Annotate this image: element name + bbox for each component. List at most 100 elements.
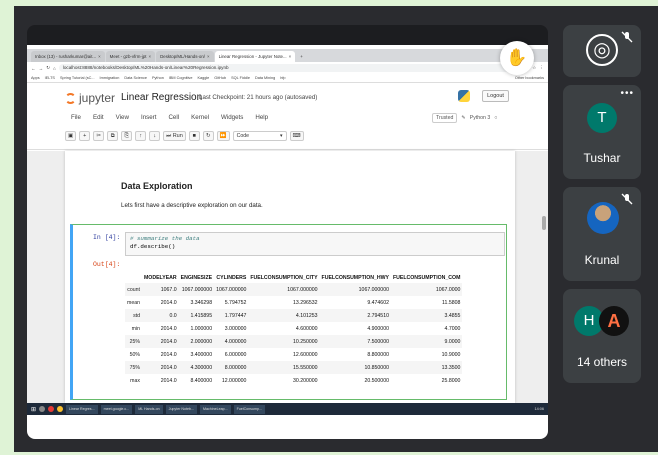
address-bar: ← → ↻ ⌂ localhost:8888/notebooks/Desktop… [27,62,548,74]
participant-name: Tushar [583,151,621,165]
table-cell: 0.0 [169,312,177,319]
restart-icon[interactable]: ↻ [202,131,214,141]
taskbar-item[interactable]: Linear Regres... [66,404,98,414]
row-index: 50% [129,351,140,358]
code-comment: # summarize the data [130,235,200,242]
kernel-status-icon: ○ [494,115,498,121]
stop-icon[interactable]: ■ [188,131,200,141]
keyboard-icon[interactable]: ⌨ [289,131,304,141]
raise-hand-icon[interactable]: ✋ [500,41,534,75]
taskbar-item[interactable]: MachineLeap... [200,404,231,414]
menu-kernel[interactable]: Kernel [191,114,209,121]
logout-button[interactable]: Logout [482,90,509,102]
run-button[interactable]: ⏭ Run [163,131,186,141]
jupyter-logo[interactable]: jupyter [65,91,115,105]
menu-icon[interactable]: ⋮ [539,65,544,71]
taskbar-item[interactable]: meet.google.c... [100,404,133,414]
table-cell: 7.500000 [367,338,389,345]
tab-meet[interactable]: Meet - gzb-vfrm-jpt × [105,51,156,62]
table-cell: 13.296532 [293,299,318,306]
search-icon[interactable] [39,406,46,412]
bookmark[interactable]: Apps [31,76,40,80]
menu-cell[interactable]: Cell [168,114,179,121]
close-icon[interactable]: × [98,51,101,62]
insert-cell-icon[interactable]: + [79,131,91,141]
url-input[interactable]: localhost:8888/notebooks/Desktop/ML%20Ha… [58,64,523,72]
table-cell: 3.346298 [190,299,213,306]
reload-icon[interactable]: ↻ [46,65,50,71]
close-icon[interactable]: × [289,51,292,62]
bookmark[interactable]: SQL Fiddle [231,76,250,80]
scrollbar-thumb[interactable] [542,216,546,230]
code-editor[interactable]: # summarize the data df.describe() [125,232,505,256]
section-description: Lets first have a descriptive exploratio… [121,202,263,209]
avatar: T [587,103,617,133]
bookmark[interactable]: IELTS [45,76,55,80]
tab-desktop[interactable]: Desktop/ML/Hands-on/× [156,51,214,62]
table-row: mean 2014.0 3.346298 5.794752 13.296532 9.474… [125,296,462,309]
kernel-name: Python 3 [469,115,491,121]
avatar-icon: ◎ [586,34,618,66]
taskbar-item[interactable]: ML Hands-on [135,404,163,414]
tab-inbox[interactable]: Inbox (13) - rusharkumar@ait... × [31,51,105,62]
participant-tile-krunal[interactable]: Krunal [563,187,641,281]
bookmark[interactable]: GitHub [214,76,226,80]
new-tab-button[interactable]: + [296,51,307,62]
move-up-icon[interactable]: ↑ [135,131,147,141]
bookmark[interactable]: hfp [280,76,285,80]
participant-tile-others[interactable]: H A 14 others [563,289,641,383]
code-cell[interactable]: In [4]: # summarize the data df.describe… [70,224,507,400]
home-icon[interactable]: ⌂ [53,66,56,71]
mic-off-icon [621,193,633,205]
menu-edit[interactable]: Edit [93,114,104,121]
menu-bar: File Edit View Insert Cell Kernel Widget… [71,114,268,121]
bookmark[interactable]: IBM Cognitive [169,76,193,80]
bookmark[interactable]: Spring Tutorial (sC... [60,76,95,80]
participant-tile-self[interactable]: ◎ [563,25,641,77]
bookmark[interactable]: Data Mining [255,76,275,80]
copy-icon[interactable]: ⧉ [107,131,119,141]
menu-widgets[interactable]: Widgets [221,114,243,121]
table-cell: 3.4855 [444,312,461,319]
windows-start-icon[interactable]: ⊞ [31,406,36,413]
participant-tile-tushar[interactable]: ••• T Tushar [563,85,641,179]
edit-icon[interactable]: ✎ [461,115,465,121]
close-icon[interactable]: × [207,51,210,62]
table-cell: 20.500000 [364,377,389,384]
move-down-icon[interactable]: ↓ [149,131,161,141]
trusted-badge[interactable]: Trusted [432,113,458,123]
column-header: FUELCONSUMPTION_COM [392,274,461,281]
bookmark[interactable]: Python [152,76,164,80]
table-cell: 10.250000 [293,338,318,345]
menu-insert[interactable]: Insert [141,114,156,121]
close-icon[interactable]: × [149,51,152,62]
taskbar-item[interactable]: FuelConsump... [233,404,265,414]
tab-jupyter[interactable]: Linear Regression - Jupyter Note... × [214,51,296,62]
menu-view[interactable]: View [116,114,129,121]
table-cell: 4.600000 [295,325,318,332]
table-cell: 4.900000 [367,325,389,332]
star-icon[interactable]: ☆ [532,65,536,71]
taskbar-item[interactable]: Jupyter Noteb... [165,404,198,414]
bookmark[interactable]: Kaggle [197,76,209,80]
bookmark[interactable]: Immigration [100,76,120,80]
fast-forward-icon[interactable]: ⏩ [216,131,230,141]
chrome-icon[interactable] [57,406,64,412]
back-icon[interactable]: ← [31,66,36,71]
table-cell: 1.797447 [224,312,247,319]
save-icon[interactable]: ▣ [65,131,77,141]
more-options-icon[interactable]: ••• [620,88,634,99]
notebook-title[interactable]: Linear Regression [121,92,202,103]
bookmark[interactable]: Data Science [124,76,147,80]
other-bookmarks[interactable]: Other bookmarks [515,76,544,80]
forward-icon[interactable]: → [39,66,44,71]
menu-file[interactable]: File [71,114,81,121]
menu-help[interactable]: Help [255,114,268,121]
jupyter-logo-text: jupyter [79,91,116,105]
table-cell: 30.200000 [293,377,318,384]
cell-type-select[interactable]: Code ▾ [232,131,287,141]
table-cell: 1067.000000 [181,286,213,293]
taskview-icon[interactable] [48,406,55,412]
cut-icon[interactable]: ✂ [93,131,105,141]
paste-icon[interactable]: ⎘ [121,131,133,141]
